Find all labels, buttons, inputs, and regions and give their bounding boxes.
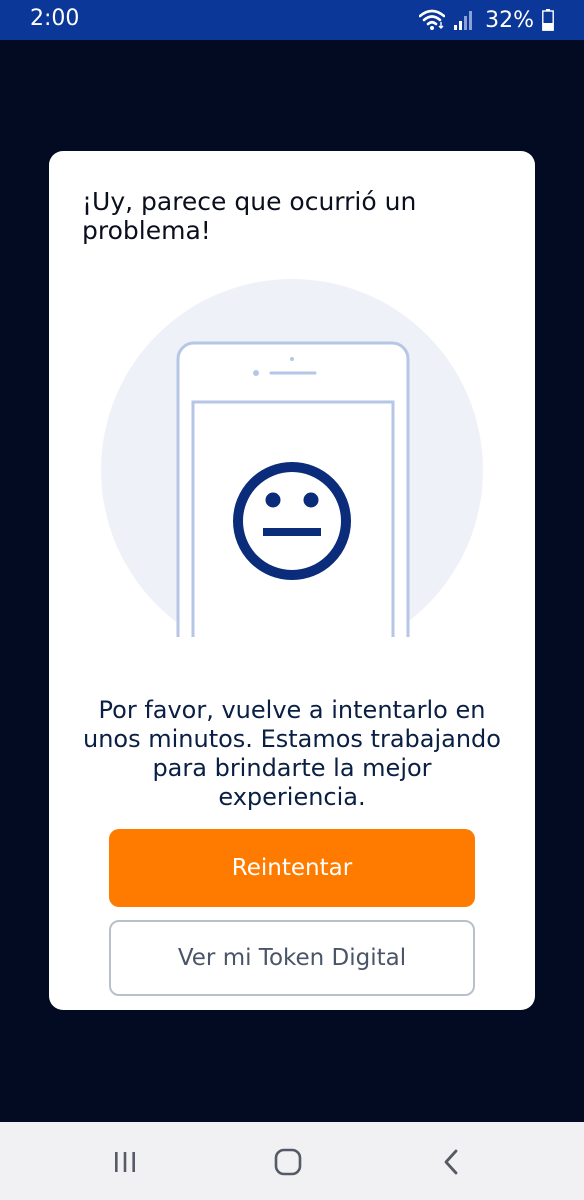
retry-button[interactable]: Reintentar xyxy=(109,829,475,907)
navigation-bar xyxy=(0,1122,584,1200)
dialog-message: Por favor, vuelve a intentarlo en unos m… xyxy=(83,696,501,811)
phone-neutral-face-illustration xyxy=(101,279,483,639)
view-digital-token-button[interactable]: Ver mi Token Digital xyxy=(109,920,475,996)
signal-icon xyxy=(453,10,473,30)
dialog-title: ¡Uy, parece que ocurrió un problema! xyxy=(82,187,417,245)
status-time: 2:00 xyxy=(30,6,80,31)
recent-apps-icon[interactable] xyxy=(105,1142,145,1182)
wifi-icon xyxy=(418,9,446,31)
status-icons: 32% xyxy=(418,6,554,34)
status-bar: 2:00 32% xyxy=(0,0,584,40)
battery-percent: 32% xyxy=(485,7,534,33)
error-dialog: ¡Uy, parece que ocurrió un problema! Por… xyxy=(49,151,535,1010)
back-icon[interactable] xyxy=(432,1142,472,1182)
battery-icon xyxy=(542,9,554,31)
home-icon[interactable] xyxy=(268,1142,308,1182)
